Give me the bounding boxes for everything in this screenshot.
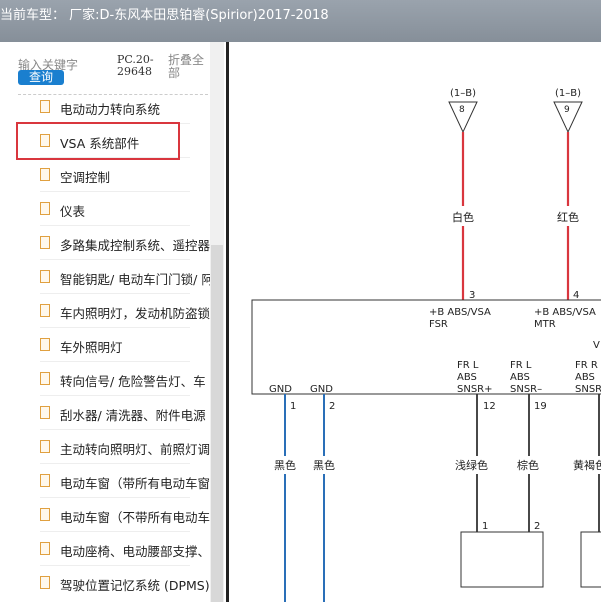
selection-highlight: [16, 122, 180, 160]
connector-pin: 8: [459, 105, 465, 115]
tree-item-label: 刮水器/ 清洗器、附件电源: [60, 408, 206, 423]
signal-label: V: [593, 340, 600, 351]
document-icon: [40, 440, 50, 453]
tree-item-label: 仪表: [60, 204, 86, 219]
tree-item-label: 主动转向照明灯、前照灯调: [60, 442, 210, 457]
pin-number: 2: [534, 521, 540, 532]
wire-color-label: 浅绿色: [455, 458, 488, 472]
document-icon: [40, 338, 50, 351]
tree-item-label: 空调控制: [60, 170, 111, 185]
tree-item-exterior-lights[interactable]: 车外照明灯: [40, 328, 210, 362]
document-icon: [40, 576, 50, 589]
document-icon: [40, 372, 50, 385]
pin-number: 1: [290, 401, 296, 412]
tree-item-label: 多路集成控制系统、遥控器: [60, 238, 210, 253]
tree-item-label: 电动车窗（不带所有电动车: [60, 510, 210, 525]
tree-item-power-windows-all[interactable]: 电动车窗（带所有电动车窗: [40, 464, 210, 498]
wire-color-label: 白色: [452, 210, 474, 224]
wire-color-label: 黄褐色: [573, 458, 601, 472]
pc-code: PC.20-29648: [117, 53, 154, 78]
pin-number: 2: [329, 401, 335, 412]
wire-color-label: 黑色: [274, 458, 296, 472]
vehicle-title: 当前车型： 厂家:D-东风本田思铂睿(Spirior)2017-2018: [0, 8, 329, 23]
signal-label: FR L: [510, 360, 532, 371]
document-icon: [40, 542, 50, 555]
tree-item-label: 驾驶位置记忆系统 (DPMS): [60, 578, 210, 593]
collapse-all-link[interactable]: 折叠全部: [168, 54, 208, 80]
signal-label: SNSR+: [457, 384, 493, 395]
signal-label: FR L: [457, 360, 479, 371]
tree-item-gauges[interactable]: 仪表: [40, 192, 210, 226]
document-icon: [40, 474, 50, 487]
signal-label: FSR: [429, 319, 448, 330]
pin-number: 4: [573, 290, 579, 301]
document-icon: [40, 406, 50, 419]
tree-item-label: 车内照明灯，发动机防盗锁: [60, 306, 210, 321]
document-icon: [40, 236, 50, 249]
signal-label: +B ABS/VSA: [534, 307, 596, 318]
tree-item-wipers[interactable]: 刮水器/ 清洗器、附件电源: [40, 396, 210, 430]
tree-item-dpms[interactable]: 驾驶位置记忆系统 (DPMS): [40, 566, 210, 600]
document-icon: [40, 508, 50, 521]
wiring-diagram: (1–B) 8 (1–B) 9 白色 红色 3 4 +B ABS/VSA FSR…: [229, 42, 601, 602]
tree-item-power-seats[interactable]: 电动座椅、电动腰部支撑、: [40, 532, 210, 566]
signal-label: MTR: [534, 319, 556, 330]
document-icon: [40, 270, 50, 283]
document-icon: [40, 168, 50, 181]
signal-label: ABS: [575, 372, 595, 383]
signal-label: SNSR–: [510, 384, 542, 395]
pin-number: 12: [483, 401, 496, 412]
tree-item-label: 转向信号/ 危险警告灯、车: [60, 374, 206, 389]
tree-item-power-steering[interactable]: 电动动力转向系统: [40, 90, 210, 124]
connector-pin: 9: [564, 105, 570, 115]
pin-number: 3: [469, 290, 475, 301]
tree-item-smart-key[interactable]: 智能钥匙/ 电动车门门锁/ 阿: [40, 260, 210, 294]
tree-item-label: 电动车窗（带所有电动车窗: [60, 476, 210, 491]
pin-number: 19: [534, 401, 547, 412]
signal-label: +B ABS/VSA: [429, 307, 491, 318]
wheel-sensor-box: [460, 531, 544, 588]
connector-ref: (1–B): [450, 88, 476, 99]
tree-item-label: 车外照明灯: [60, 340, 123, 355]
wire-color-label: 红色: [557, 210, 579, 224]
tree-item-climate-control[interactable]: 空调控制: [40, 158, 210, 192]
connector-ref: (1–B): [555, 88, 581, 99]
sidebar-scrollbar-thumb[interactable]: [211, 245, 223, 602]
signal-label: ABS: [457, 372, 477, 383]
query-button[interactable]: 查询: [18, 70, 64, 85]
document-icon: [40, 304, 50, 317]
wire-color-label: 黑色: [313, 458, 335, 472]
tree-item-label: 智能钥匙/ 电动车门门锁/ 阿: [60, 272, 210, 287]
document-icon: [40, 100, 50, 113]
title-bar: 当前车型： 厂家:D-东风本田思铂睿(Spirior)2017-2018: [0, 0, 601, 42]
pin-number: 1: [482, 521, 488, 532]
signal-label: SNSR: [575, 384, 601, 395]
tree-item-label: 电动座椅、电动腰部支撑、: [60, 544, 210, 559]
tree-item-turn-signals[interactable]: 转向信号/ 危险警告灯、车: [40, 362, 210, 396]
wire-color-label: 棕色: [517, 458, 539, 472]
signal-label: GND: [310, 384, 333, 395]
tree-item-adaptive-headlights[interactable]: 主动转向照明灯、前照灯调: [40, 430, 210, 464]
signal-label: FR R: [575, 360, 598, 371]
tree-item-power-windows-without[interactable]: 电动车窗（不带所有电动车: [40, 498, 210, 532]
document-icon: [40, 202, 50, 215]
tree-item-interior-lights[interactable]: 车内照明灯，发动机防盗锁: [40, 294, 210, 328]
wheel-sensor-box: [580, 531, 601, 588]
tree-item-multiplex-control[interactable]: 多路集成控制系统、遥控器: [40, 226, 210, 260]
tree-item-label: 电动动力转向系统: [60, 102, 161, 117]
signal-label: ABS: [510, 372, 530, 383]
signal-label: GND: [269, 384, 292, 395]
